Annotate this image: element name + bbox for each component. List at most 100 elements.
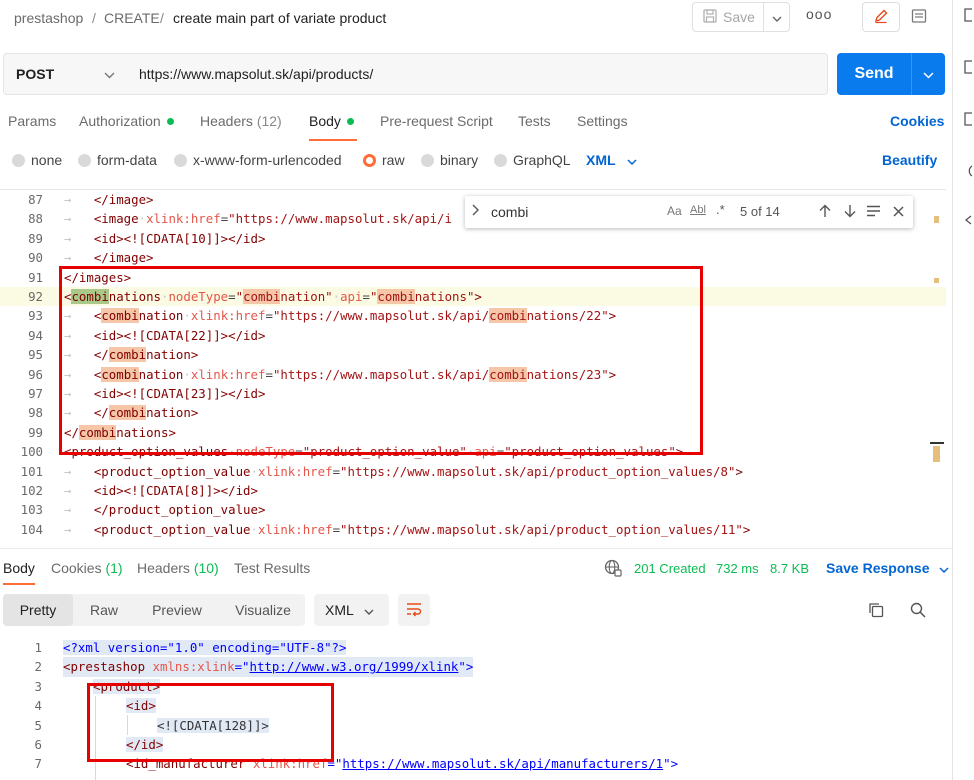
cookies-link[interactable]: Cookies xyxy=(890,113,944,129)
chevron-down-icon xyxy=(939,560,949,576)
response-format-select[interactable]: XML xyxy=(314,594,389,626)
globe-icon[interactable] xyxy=(604,559,622,580)
radio-icon xyxy=(12,153,25,167)
cookies-count: (1) xyxy=(105,560,123,576)
save-label: Save xyxy=(723,9,755,25)
save-options-button[interactable] xyxy=(764,2,790,32)
body-format-select[interactable]: XML xyxy=(586,152,637,168)
xml-tag: <prestashop xyxy=(63,659,153,675)
tab-settings[interactable]: Settings xyxy=(577,113,628,129)
close-icon[interactable] xyxy=(893,205,904,220)
xml-link[interactable]: http://www.w3.org/1999/xlink xyxy=(250,659,459,674)
code-icon[interactable] xyxy=(963,214,973,229)
line-number: 95 xyxy=(28,347,43,363)
line-number: 88 xyxy=(28,211,43,227)
radio-icon xyxy=(78,153,91,167)
chevron-down-icon xyxy=(104,66,115,82)
body-type-graphql[interactable]: GraphQL xyxy=(494,152,571,168)
body-type-none[interactable]: none xyxy=(12,152,62,168)
radio-icon xyxy=(421,153,434,167)
chevron-down-icon xyxy=(772,10,782,25)
view-pretty-button[interactable]: Pretty xyxy=(3,594,73,626)
breadcrumb-collection[interactable]: prestashop xyxy=(14,10,83,26)
tab-headers-label: Headers xyxy=(200,113,253,129)
request-name[interactable]: create main part of variate product xyxy=(173,10,386,26)
view-preview-button[interactable]: Preview xyxy=(141,594,213,626)
response-tab-headers[interactable]: Headers (10) xyxy=(137,560,219,576)
xml-punct: "> xyxy=(663,756,679,772)
pane-divider[interactable] xyxy=(0,548,952,549)
tab-pre-request-script[interactable]: Pre-request Script xyxy=(380,113,493,129)
whole-word-icon[interactable]: Abl xyxy=(690,204,706,216)
line-number: 6 xyxy=(34,737,42,752)
search-icon[interactable] xyxy=(910,602,926,621)
line-number: 96 xyxy=(28,366,43,382)
tab-tests[interactable]: Tests xyxy=(518,113,551,129)
headers-count: (12) xyxy=(256,113,282,129)
send-button[interactable]: Send xyxy=(837,53,911,95)
chevron-down-icon xyxy=(364,602,374,618)
panel-icon[interactable] xyxy=(963,8,973,25)
response-status[interactable]: 201 Created xyxy=(634,561,706,576)
url-input[interactable]: https://www.mapsolut.sk/api/products/ xyxy=(126,53,828,95)
docs-icon[interactable] xyxy=(963,60,973,77)
body-type-form-data[interactable]: form-data xyxy=(78,152,157,168)
find-input[interactable]: combi xyxy=(485,200,720,224)
wrap-lines-button[interactable] xyxy=(398,594,430,626)
save-response-button[interactable]: Save Response xyxy=(826,560,949,576)
response-tab-cookies-label: Cookies xyxy=(51,560,102,576)
match-case-icon[interactable]: Aa xyxy=(667,204,682,218)
breadcrumb-folder[interactable]: CREATE xyxy=(104,10,160,26)
send-options-button[interactable] xyxy=(911,53,945,95)
response-tab-test-results[interactable]: Test Results xyxy=(234,560,310,576)
save-button[interactable]: Save xyxy=(692,2,764,32)
body-type-raw[interactable]: raw xyxy=(363,152,405,168)
documentation-button[interactable] xyxy=(902,2,936,32)
edit-button[interactable] xyxy=(862,2,900,32)
chevron-right-icon[interactable] xyxy=(471,204,479,219)
response-format-label: XML xyxy=(325,602,354,618)
line-number: 104 xyxy=(20,521,43,537)
tab-body[interactable]: Body xyxy=(309,113,354,129)
comments-icon[interactable] xyxy=(963,112,973,129)
line-number: 90 xyxy=(28,250,43,266)
line-number: 3 xyxy=(34,678,42,694)
regex-icon[interactable]: .* xyxy=(716,202,725,217)
active-tab-underline xyxy=(309,139,357,141)
arrow-up-icon[interactable] xyxy=(819,204,831,221)
response-line: 1 <?xml version="1.0" encoding="UTF-8"?> xyxy=(0,638,946,657)
breadcrumb-separator: / xyxy=(92,10,96,26)
active-indicator xyxy=(346,118,354,125)
line-number: 93 xyxy=(28,308,43,324)
response-tab-body[interactable]: Body xyxy=(3,560,35,576)
body-type-urlencoded[interactable]: x-www-form-urlencoded xyxy=(174,152,342,168)
more-actions-button[interactable]: ooo xyxy=(806,6,832,22)
method-select[interactable]: POST xyxy=(3,53,127,95)
view-raw-button[interactable]: Raw xyxy=(75,594,133,626)
find-in-selection-icon[interactable] xyxy=(866,205,881,220)
copy-icon[interactable] xyxy=(868,602,884,621)
body-type-label: raw xyxy=(382,152,405,168)
line-number: 4 xyxy=(34,698,42,714)
tab-authorization[interactable]: Authorization xyxy=(79,113,174,129)
xml-punct: =" xyxy=(234,659,250,675)
xml-link[interactable]: https://www.mapsolut.sk/api/manufacturer… xyxy=(342,756,663,771)
view-visualize-button[interactable]: Visualize xyxy=(225,594,301,626)
info-icon[interactable] xyxy=(963,164,973,181)
save-response-label: Save Response xyxy=(826,560,930,576)
response-tab-cookies[interactable]: Cookies (1) xyxy=(51,560,123,576)
beautify-button[interactable]: Beautify xyxy=(882,152,937,168)
arrow-down-icon[interactable] xyxy=(844,204,856,221)
tab-headers[interactable]: Headers (12) xyxy=(200,113,282,129)
body-type-label: GraphQL xyxy=(513,152,571,168)
document-icon xyxy=(911,8,927,27)
editor-line: 102 → <id><![CDATA[8]]></id> xyxy=(0,481,946,500)
response-size[interactable]: 8.7 KB xyxy=(770,561,809,576)
body-type-binary[interactable]: binary xyxy=(421,152,478,168)
editor-line: 101 → <product_option_value·xlink:href="h… xyxy=(0,462,946,481)
tab-params[interactable]: Params xyxy=(8,113,56,129)
chevron-down-icon xyxy=(627,152,637,168)
response-time[interactable]: 732 ms xyxy=(716,561,759,576)
line-number: 101 xyxy=(20,463,43,479)
radio-icon xyxy=(494,153,507,167)
